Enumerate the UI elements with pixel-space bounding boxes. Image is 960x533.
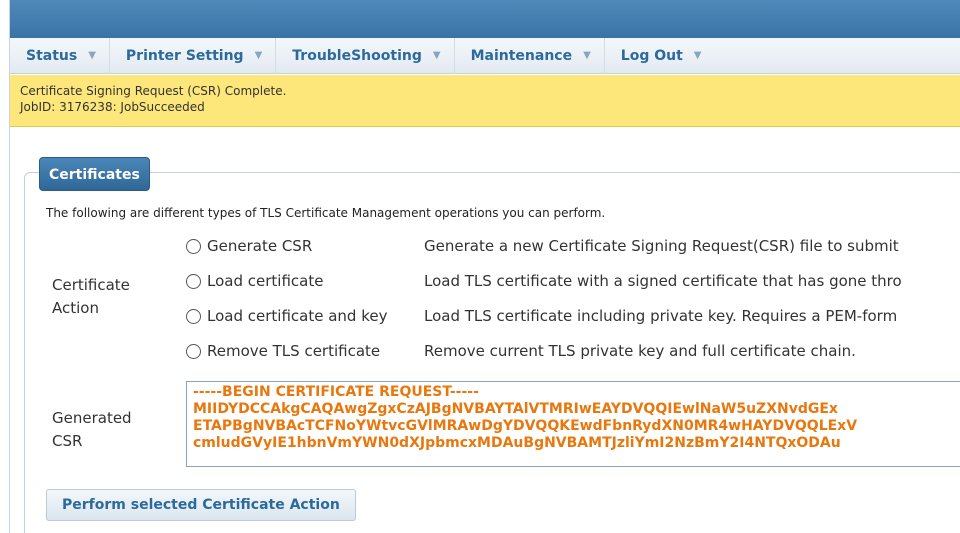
nav-item-label: TroubleShooting	[292, 47, 422, 64]
csr-line: -----BEGIN CERTIFICATE REQUEST-----	[193, 384, 479, 400]
csr-line: cmludGVyIE1hbnVmYWN0dXJpbmcxMDAuBgNVBAMT…	[193, 435, 841, 451]
label-line: Certificate	[52, 276, 130, 294]
generated-csr-textarea[interactable]: -----BEGIN CERTIFICATE REQUEST----- MIID…	[186, 381, 960, 467]
radio-label: Load certificate and key	[207, 307, 388, 325]
chevron-down-icon: ▼	[583, 50, 591, 61]
option-description: Generate a new Certificate Signing Reque…	[424, 237, 899, 255]
radio-remove-tls-certificate[interactable]: Remove TLS certificate	[186, 339, 380, 363]
nav-status-menu[interactable]: Status ▼	[10, 37, 110, 74]
option-description: Load TLS certificate including private k…	[424, 307, 898, 325]
chevron-down-icon: ▼	[254, 50, 263, 61]
nav-maintenance-menu[interactable]: Maintenance ▼	[455, 37, 605, 74]
radio-label: Generate CSR	[207, 237, 313, 255]
radio-button-icon[interactable]	[186, 308, 201, 324]
status-banner: Certificate Signing Request (CSR) Comple…	[10, 75, 960, 127]
csr-line: MIIDYDCCAkgCAQAwgZgxCzAJBgNVBAYTAlVTMRIw…	[193, 401, 838, 417]
csr-line: ETAPBgNVBAcTCFNoYWtvcGVlMRAwDgYDVQQKEwdF…	[193, 418, 858, 434]
banner-job-status: JobID: 3176238: JobSucceeded	[20, 100, 205, 114]
radio-label: Load certificate	[207, 272, 324, 290]
header-bar	[10, 0, 960, 38]
option-description: Load TLS certificate with a signed certi…	[424, 272, 902, 290]
nav-item-label: Printer Setting	[125, 47, 244, 64]
nav-troubleshooting-menu[interactable]: TroubleShooting ▼	[276, 37, 455, 74]
radio-label: Remove TLS certificate	[207, 342, 381, 360]
radio-load-certificate-and-key[interactable]: Load certificate and key	[186, 304, 387, 328]
radio-generate-csr[interactable]: Generate CSR	[186, 234, 312, 258]
certificates-intro-text: The following are different types of TLS…	[46, 206, 606, 220]
generated-csr-label: Generated CSR	[52, 407, 132, 453]
label-line: Generated	[52, 409, 132, 427]
nav-item-label: Maintenance	[470, 47, 573, 64]
radio-button-icon[interactable]	[186, 343, 201, 359]
certificate-action-label: Certificate Action	[52, 274, 130, 320]
radio-load-certificate[interactable]: Load certificate	[186, 269, 323, 293]
chevron-down-icon: ▼	[432, 50, 441, 61]
label-line: Action	[52, 299, 99, 317]
chevron-down-icon: ▼	[88, 50, 96, 61]
nav-printer-setting-menu[interactable]: Printer Setting ▼	[110, 37, 277, 74]
nav-item-label: Log Out	[620, 47, 683, 64]
nav-logout-menu[interactable]: Log Out ▼	[605, 38, 715, 74]
certificates-legend: Certificates	[39, 157, 150, 191]
option-description: Remove current TLS private key and full …	[424, 342, 856, 360]
chevron-down-icon: ▼	[693, 50, 702, 61]
banner-message: Certificate Signing Request (CSR) Comple…	[20, 84, 287, 98]
radio-button-icon[interactable]	[186, 273, 201, 289]
main-nav: Status ▼ Printer Setting ▼ TroubleShooti…	[10, 37, 960, 74]
label-line: CSR	[52, 432, 83, 450]
perform-certificate-action-button[interactable]: Perform selected Certificate Action	[46, 489, 356, 521]
nav-item-label: Status	[26, 47, 78, 64]
window-left-edge	[0, 0, 10, 533]
radio-button-icon[interactable]	[186, 238, 201, 254]
